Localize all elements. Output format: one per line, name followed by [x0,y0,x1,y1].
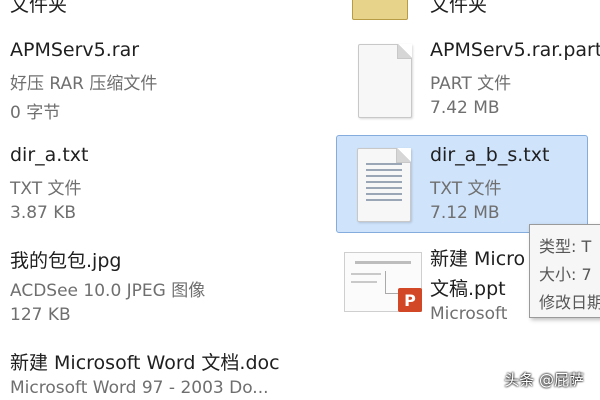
file-size: 7.12 MB [430,203,500,223]
file-type: TXT 文件 [430,179,502,199]
file-type: Microsoft [430,304,508,324]
file-size: 7.42 MB [430,98,500,118]
file-info-tooltip: 类型: T 大小: 7 修改日期 [529,224,600,318]
file-type: ACDSee 10.0 JPEG 图像 [10,281,206,301]
file-size: 3.87 KB [10,203,77,223]
text-lines [366,163,402,205]
tooltip-modified-date: 修改日期 [539,293,600,312]
file-type: TXT 文件 [10,179,82,199]
file-name[interactable]: 我的包包.jpg [10,246,121,273]
file-name-line2[interactable]: 文稿.ppt [430,274,506,301]
file-name-folder-left[interactable]: 文件夹 [10,0,67,17]
text-document-icon[interactable] [357,148,411,222]
file-type: Microsoft Word 97 - 2003 Do... [10,378,269,398]
file-explorer-content: 文件夹 APMServ5.rar 好压 RAR 压缩文件 0 字节 dir_a.… [0,0,600,400]
file-name-folder-right[interactable]: 文件夹 [430,0,487,17]
tooltip-type: 类型: T [539,237,592,256]
file-size: 127 KB [10,305,71,325]
file-name[interactable]: APMServ5.rar [10,39,139,61]
file-name[interactable]: dir_a_b_s.txt [430,144,549,166]
file-type: 好压 RAR 压缩文件 [10,74,158,94]
watermark: 头条 @屁萨 [504,371,584,389]
powerpoint-icon: P [398,288,422,312]
page-fold [397,44,412,59]
file-name[interactable]: APMServ5.rar.part [430,39,600,61]
file-name[interactable]: 新建 Microsoft Word 文档.doc [10,348,280,375]
page-fold [396,148,411,163]
tooltip-size: 大小: 7 [539,265,592,284]
file-name[interactable]: 新建 Micro [430,244,525,271]
folder-icon[interactable] [352,0,408,20]
file-name[interactable]: dir_a.txt [10,144,88,166]
file-size: 0 字节 [10,103,61,123]
file-type: PART 文件 [430,74,512,94]
document-icon[interactable] [358,44,412,118]
